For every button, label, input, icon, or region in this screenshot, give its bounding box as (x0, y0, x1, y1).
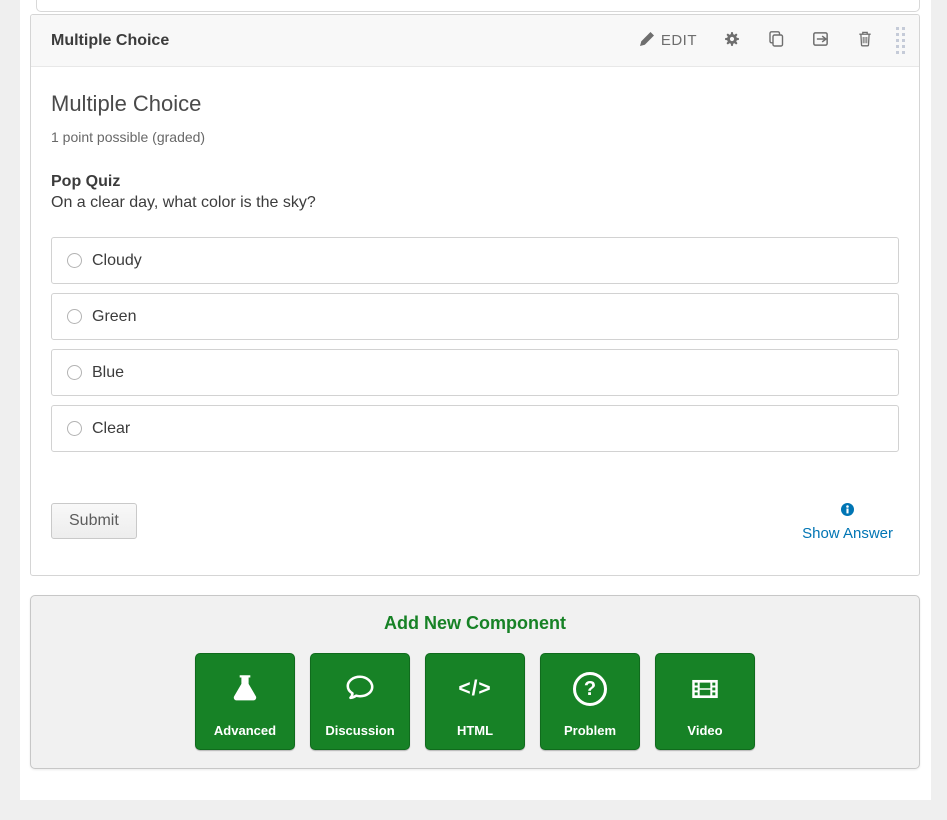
add-button-label: Video (687, 723, 722, 738)
discussion-icon (342, 654, 378, 723)
delete-button[interactable] (857, 30, 873, 51)
add-button-label: Discussion (325, 723, 394, 738)
choice-label: Blue (92, 364, 124, 382)
move-icon (812, 30, 830, 51)
question-text: On a clear day, what color is the sky? (51, 194, 899, 212)
component-title: Multiple Choice (51, 32, 169, 50)
video-icon (687, 654, 723, 723)
submit-button[interactable]: Submit (51, 503, 137, 539)
choice-label: Clear (92, 420, 130, 438)
move-button[interactable] (812, 30, 830, 51)
page: Multiple Choice EDIT (0, 0, 947, 820)
radio-button[interactable] (67, 365, 82, 380)
choice-list: Cloudy Green Blue Clear (51, 237, 899, 452)
copy-icon (767, 30, 785, 51)
choice-label: Cloudy (92, 252, 142, 270)
component-header: Multiple Choice EDIT (31, 15, 919, 67)
problem-title: Multiple Choice (51, 91, 899, 117)
component-actions: EDIT (640, 27, 905, 54)
radio-button[interactable] (67, 309, 82, 324)
info-icon (841, 503, 854, 521)
show-answer-label: Show Answer (802, 525, 893, 542)
previous-component-edge (36, 0, 920, 12)
radio-button[interactable] (67, 421, 82, 436)
edit-button[interactable]: EDIT (640, 32, 697, 49)
choice-option-cloudy[interactable]: Cloudy (51, 237, 899, 284)
multiple-choice-component: Multiple Choice EDIT (30, 14, 920, 576)
choice-option-green[interactable]: Green (51, 293, 899, 340)
points-possible: 1 point possible (graded) (51, 129, 899, 145)
add-button-label: Problem (564, 723, 616, 738)
add-new-component-title: Add New Component (31, 613, 919, 634)
settings-button[interactable] (724, 31, 740, 50)
show-answer[interactable]: Show Answer (802, 503, 899, 542)
radio-button[interactable] (67, 253, 82, 268)
pencil-icon (640, 32, 654, 49)
flask-icon (228, 654, 262, 723)
trash-icon (857, 30, 873, 51)
html-icon: </> (458, 654, 491, 723)
content-canvas: Multiple Choice EDIT (20, 0, 931, 800)
choice-option-blue[interactable]: Blue (51, 349, 899, 396)
add-video-button[interactable]: Video (655, 653, 755, 750)
add-button-label: Advanced (214, 723, 276, 738)
drag-handle-icon[interactable] (896, 27, 905, 54)
add-html-button[interactable]: </> HTML (425, 653, 525, 750)
add-discussion-button[interactable]: Discussion (310, 653, 410, 750)
add-problem-button[interactable]: ? Problem (540, 653, 640, 750)
choice-label: Green (92, 308, 136, 326)
edit-button-label: EDIT (661, 32, 697, 49)
add-new-component-panel: Add New Component Advanced (30, 595, 920, 769)
problem-icon: ? (573, 654, 607, 723)
gear-icon (724, 31, 740, 50)
component-body: Multiple Choice 1 point possible (graded… (31, 67, 919, 575)
add-advanced-button[interactable]: Advanced (195, 653, 295, 750)
add-component-buttons: Advanced Discussion </> HTML (31, 653, 919, 750)
duplicate-button[interactable] (767, 30, 785, 51)
problem-action-row: Submit Show Answer (51, 503, 899, 542)
prompt-title: Pop Quiz (51, 173, 899, 191)
add-button-label: HTML (457, 723, 493, 738)
choice-option-clear[interactable]: Clear (51, 405, 899, 452)
